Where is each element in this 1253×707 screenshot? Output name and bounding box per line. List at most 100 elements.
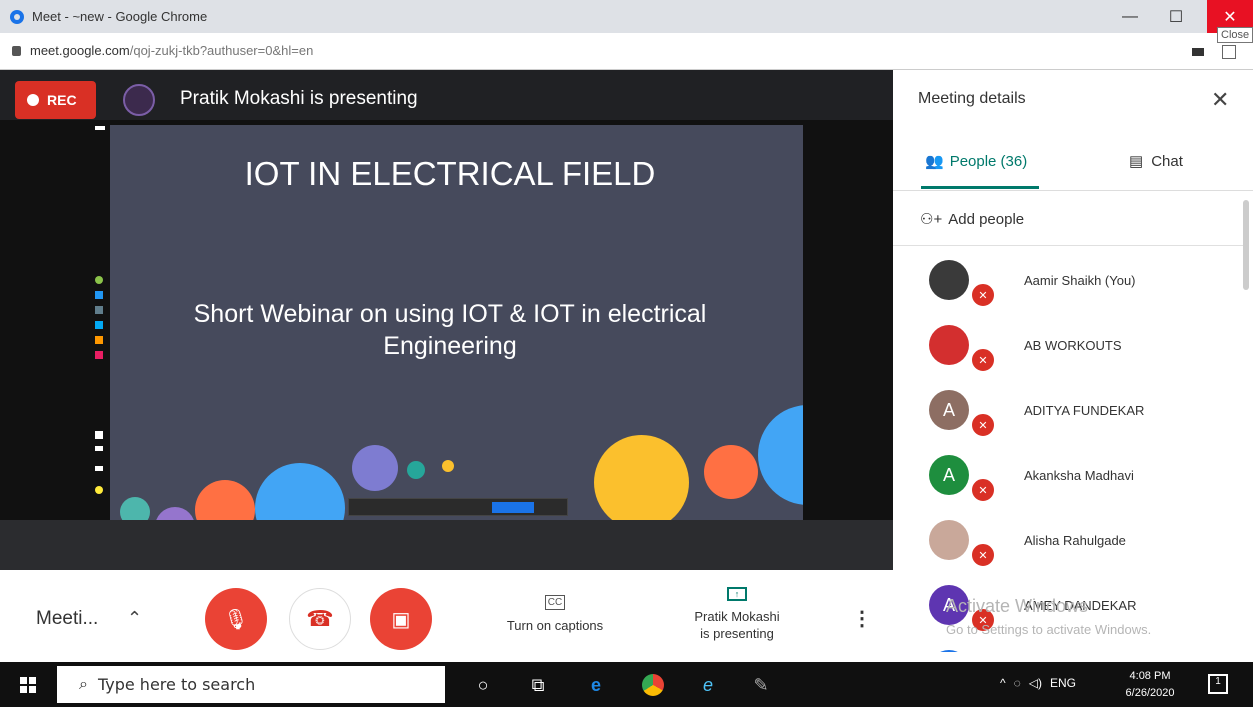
decor-circle — [704, 445, 758, 499]
presentation-slide: IOT IN ELECTRICAL FIELD Short Webinar on… — [110, 125, 803, 522]
participant-row[interactable]: A ✕ ADITYA FUNDEKAR — [893, 380, 1243, 444]
notification-center-icon[interactable]: 1 — [1208, 674, 1228, 694]
camera-off-icon: ▣ — [391, 608, 411, 631]
tab-people-label: People (36) — [949, 152, 1028, 170]
browser-titlebar: Meet - ~new - Google Chrome — ☐ ✕ Close — [0, 0, 1253, 43]
filmstrip — [0, 520, 893, 570]
participant-name: AB WORKOUTS — [1024, 338, 1122, 353]
url-text[interactable]: meet.google.com/qoj-zukj-tkb?authuser=0&… — [30, 43, 313, 58]
participant-name: Alisha Rahulgade — [1024, 533, 1126, 548]
chrome-icon[interactable] — [640, 672, 666, 698]
clock-time: 4:08 PM — [1129, 670, 1171, 682]
edge-icon[interactable]: e — [583, 672, 609, 698]
presenter-avatar — [123, 84, 155, 116]
mic-muted-icon: ✕ — [970, 542, 996, 568]
camera-indicator-icon[interactable] — [1192, 48, 1204, 56]
shared-screen-taskbar — [90, 126, 110, 524]
clock-date: 6/26/2020 — [1125, 687, 1175, 699]
windows-start-icon[interactable] — [20, 677, 36, 693]
participant-row[interactable]: ✕ AB WORKOUTS — [893, 315, 1243, 379]
url-path: /qoj-zukj-tkb?authuser=0&hl=en — [129, 43, 314, 58]
participant-avatar: A — [929, 650, 969, 652]
meeting-details-label[interactable]: Meeti... — [36, 608, 98, 630]
participant-row[interactable]: ✕ Alisha Rahulgade — [893, 510, 1243, 574]
active-tab-indicator — [921, 186, 1039, 189]
captions-button[interactable]: CC Turn on captions — [490, 592, 620, 633]
tab-chat[interactable]: ▤ Chat — [1129, 152, 1183, 171]
notification-count: 1 — [1215, 676, 1221, 687]
panel-title: Meeting details — [918, 90, 1026, 107]
slide-title: IOT IN ELECTRICAL FIELD — [244, 155, 656, 192]
participant-avatar — [929, 325, 969, 365]
more-options-icon[interactable]: ⋮ — [852, 606, 872, 631]
decor-circle — [120, 497, 150, 522]
decor-circle — [255, 463, 345, 522]
rec-label: REC — [47, 92, 77, 108]
minimize-button[interactable]: — — [1107, 0, 1153, 33]
mic-muted-icon: ✕ — [970, 347, 996, 373]
window-title: Meet - ~new - Google Chrome — [32, 9, 208, 24]
search-icon: ⌕ — [79, 675, 88, 693]
participant-row[interactable]: ✕ Aamir Shaikh (You) — [893, 250, 1243, 314]
network-icon[interactable]: ◌ — [1014, 676, 1021, 690]
add-people-label: Add people — [948, 210, 1025, 228]
windows-taskbar: ⌕ Type here to search ○ ⧉ e e ✎ ^ ◌ ◁) E… — [0, 662, 1253, 707]
present-label: Pratik Mokashi is presenting — [672, 608, 802, 642]
maximize-button[interactable]: ☐ — [1153, 0, 1199, 33]
tray-chevron-icon[interactable]: ^ — [1000, 676, 1006, 690]
divider — [893, 245, 1243, 246]
close-tooltip: Close — [1217, 27, 1253, 43]
internet-explorer-icon[interactable]: e — [695, 672, 721, 698]
hang-up-icon: ☎ — [306, 606, 334, 631]
slide-subtitle: Short Webinar on using IOT & IOT in elec… — [193, 300, 707, 360]
captions-icon: CC — [544, 595, 566, 610]
mic-muted-button[interactable]: 🎙 — [205, 588, 267, 650]
chat-icon: ▤ — [1129, 153, 1144, 170]
language-indicator[interactable]: ENG — [1050, 676, 1076, 690]
leave-call-button[interactable]: ☎ — [289, 588, 351, 650]
present-label-line-2: is presenting — [700, 626, 774, 641]
extension-icon[interactable] — [1222, 45, 1236, 59]
present-label-line-1: Pratik Mokashi — [694, 609, 780, 624]
record-dot-icon — [27, 94, 39, 106]
participant-name: Akanksha Madhavi — [1024, 468, 1134, 483]
decor-circle — [352, 445, 398, 491]
url-host: meet.google.com — [30, 43, 130, 58]
mic-muted-icon: ✕ — [970, 412, 996, 438]
mic-muted-icon: ✕ — [970, 477, 996, 503]
volume-icon[interactable]: ◁) — [1029, 676, 1042, 690]
decor-circle — [758, 405, 803, 505]
decor-circle — [407, 461, 425, 479]
tab-people[interactable]: 👥 People (36) — [925, 152, 1028, 171]
tab-divider — [893, 190, 1253, 191]
system-tray[interactable]: ^ ◌ ◁) ENG — [1000, 676, 1076, 690]
close-panel-icon[interactable]: ✕ — [1211, 87, 1229, 113]
panel-scrollbar[interactable] — [1243, 200, 1249, 290]
participant-avatar: A — [929, 390, 969, 430]
clock[interactable]: 4:08 PM 6/26/2020 — [1120, 668, 1180, 702]
taskbar-search[interactable]: ⌕ Type here to search — [57, 666, 445, 703]
add-people-button[interactable]: ⚇+ Add people — [920, 210, 1025, 229]
participant-avatar — [929, 520, 969, 560]
paint-icon[interactable]: ✎ — [748, 672, 774, 698]
search-placeholder: Type here to search — [97, 675, 256, 694]
cortana-icon[interactable]: ○ — [470, 672, 496, 698]
participant-row[interactable]: A ✕ Akanksha Madhavi — [893, 445, 1243, 509]
present-button[interactable]: ↑ Pratik Mokashi is presenting — [672, 584, 802, 642]
address-bar[interactable]: meet.google.com/qoj-zukj-tkb?authuser=0&… — [0, 33, 1253, 70]
participant-name: ADITYA FUNDEKAR — [1024, 403, 1145, 418]
tab-chat-label: Chat — [1151, 152, 1183, 170]
camera-off-button[interactable]: ▣ — [370, 588, 432, 650]
participant-name: Aamir Shaikh (You) — [1024, 273, 1136, 288]
lock-icon[interactable] — [12, 46, 21, 56]
screen: Meet - ~new - Google Chrome — ☐ ✕ Close … — [0, 0, 1253, 707]
stop-sharing-button[interactable] — [492, 502, 534, 513]
participant-row[interactable]: A✕Ankit Dhakre — [893, 640, 1243, 652]
activate-windows-hint: Go to Settings to activate Windows. — [946, 622, 1152, 637]
chevron-up-icon[interactable]: ⌃ — [127, 608, 142, 629]
add-person-icon: ⚇+ — [920, 211, 943, 228]
screen-sharing-notice — [348, 498, 568, 516]
task-view-icon[interactable]: ⧉ — [525, 672, 551, 698]
decor-circle — [195, 480, 255, 522]
presenting-label: Pratik Mokashi is presenting — [180, 88, 418, 109]
